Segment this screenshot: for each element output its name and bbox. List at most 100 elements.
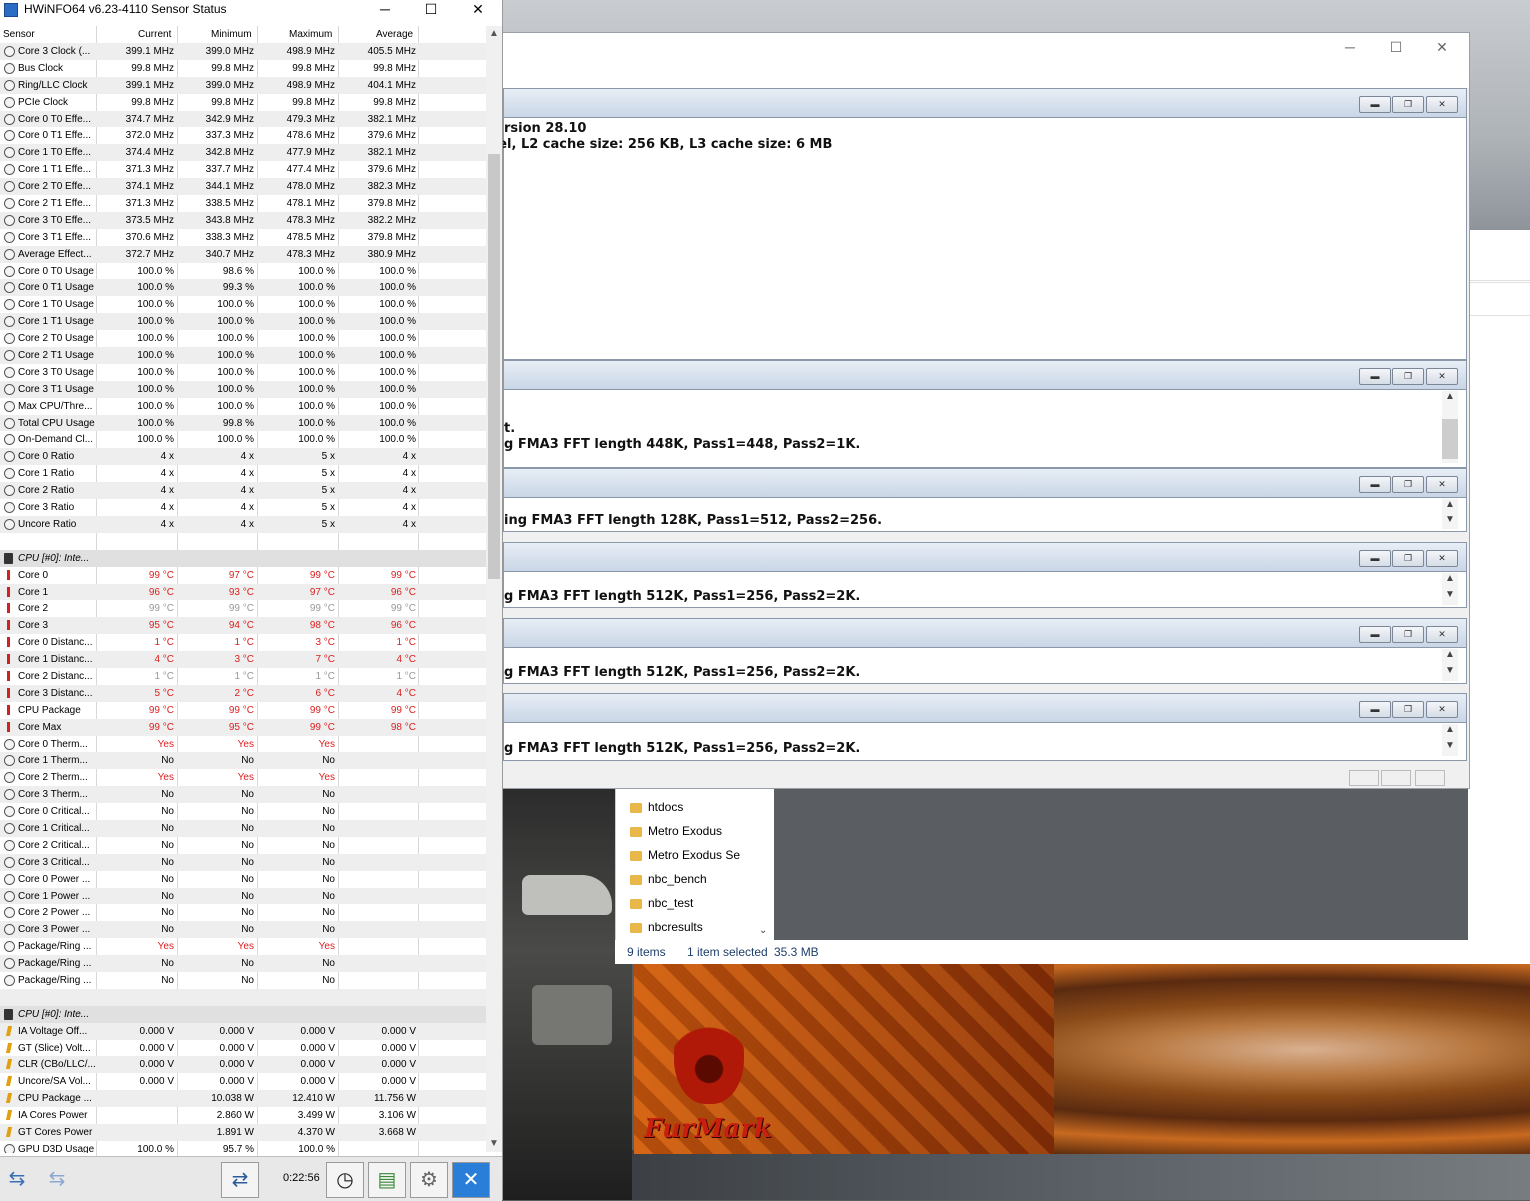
table-row[interactable]: Core 1 Ratio 4 x 4 x 5 x 4 x: [0, 465, 486, 482]
list-item[interactable]: nbcresults: [630, 920, 703, 934]
table-row[interactable]: PCIe Clock 99.8 MHz 99.8 MHz 99.8 MHz 99.8 M…: [0, 94, 486, 111]
column-header-current[interactable]: Current: [138, 29, 171, 40]
minimize-button[interactable]: ─: [362, 0, 408, 20]
worker-window-caption[interactable]: ▬ ❐ ✕: [504, 694, 1466, 723]
table-row[interactable]: GT (Slice) Volt... 0.000 V 0.000 V 0.000 V 0…: [0, 1040, 486, 1057]
table-row[interactable]: Ring/LLC Clock 399.1 MHz 399.0 MHz 498.9 MH…: [0, 76, 486, 94]
table-row[interactable]: [0, 533, 486, 550]
table-row[interactable]: Total CPU Usage 100.0 % 99.8 % 100.0 % 100.0…: [0, 414, 486, 432]
minimize-icon[interactable]: ▬: [1359, 476, 1391, 493]
settings-gear-icon[interactable]: ⚙: [410, 1162, 448, 1198]
column-header-minimum[interactable]: Minimum: [211, 29, 252, 40]
close-icon[interactable]: ✕: [1426, 476, 1458, 493]
close-icon[interactable]: ✕: [1426, 701, 1458, 718]
table-row[interactable]: Core 1 T1 Effe... 371.3 MHz 337.7 MHz 477.4…: [0, 161, 486, 178]
worker-scrollbar[interactable]: ▲ ▼: [1442, 724, 1458, 756]
prime95-window[interactable]: ─ ☐ ✕ ▬ ❐ ✕ rsion 28.10 tel, L2 cache si…: [492, 32, 1470, 789]
table-row[interactable]: Core 0 99 °C 97 °C 99 °C 99 °C: [0, 567, 486, 584]
worker-window[interactable]: ▬ ❐ ✕ g FMA3 FFT length 512K, Pass1=256,…: [503, 693, 1467, 761]
table-row[interactable]: Core 1 Distanc... 4 °C 3 °C 7 °C 4 °C: [0, 651, 486, 668]
table-row[interactable]: Core 3 T0 Effe... 373.5 MHz 343.8 MHz 478.3…: [0, 211, 486, 229]
restore-icon[interactable]: ❐: [1392, 626, 1424, 643]
worker-window-caption[interactable]: ▬ ❐ ✕: [504, 619, 1466, 648]
table-row[interactable]: Core 3 Therm... No No No: [0, 786, 486, 804]
chevron-up-icon[interactable]: ▲: [1442, 391, 1458, 402]
close-button[interactable]: ✕: [1419, 39, 1465, 56]
table-row[interactable]: Max CPU/Thre... 100.0 % 100.0 % 100.0 % 100.…: [0, 398, 486, 415]
table-row[interactable]: Core 0 T1 Usage 100.0 % 99.3 % 100.0 % 100.0…: [0, 279, 486, 297]
table-row[interactable]: Core 2 99 °C 99 °C 99 °C 99 °C: [0, 600, 486, 617]
sensor-scrollbar[interactable]: ▲ ▼: [486, 26, 502, 1152]
table-row[interactable]: Core 1 T1 Usage 100.0 % 100.0 % 100.0 % 100.…: [0, 313, 486, 331]
restore-icon[interactable]: ❐: [1392, 476, 1424, 493]
table-row[interactable]: Core 2 Therm... Yes Yes Yes: [0, 769, 486, 786]
sensor-group-row[interactable]: CPU [#0]: Inte...: [0, 1005, 486, 1023]
table-row[interactable]: Core Max 99 °C 95 °C 99 °C 98 °C: [0, 718, 486, 736]
table-row[interactable]: Core 3 T0 Usage 100.0 % 100.0 % 100.0 % 100.…: [0, 364, 486, 381]
minimize-icon[interactable]: ▬: [1359, 550, 1391, 567]
table-row[interactable]: Average Effect... 372.7 MHz 340.7 MHz 478.3…: [0, 245, 486, 263]
table-row[interactable]: Core 3 95 °C 94 °C 98 °C 96 °C: [0, 617, 486, 635]
table-row[interactable]: Core 1 Power ... No No No: [0, 887, 486, 905]
table-row[interactable]: Core 0 Critical... No No No: [0, 803, 486, 820]
table-row[interactable]: Core 3 Power ... No No No: [0, 921, 486, 939]
worker-window-caption[interactable]: ▬ ❐ ✕: [504, 361, 1466, 390]
file-explorer-list[interactable]: htdocs Metro Exodus Metro Exodus Se nbc_…: [615, 787, 774, 964]
furmark-render-window[interactable]: FurMark: [634, 964, 1530, 1154]
table-row[interactable]: IA Cores Power 2.860 W 3.499 W 3.106 W: [0, 1107, 486, 1124]
table-row[interactable]: Core 2 T0 Usage 100.0 % 100.0 % 100.0 % 100.…: [0, 330, 486, 347]
list-item[interactable]: htdocs: [630, 800, 683, 814]
table-row[interactable]: Package/Ring ... No No No: [0, 972, 486, 989]
list-item[interactable]: nbc_bench: [630, 872, 707, 886]
prime95-title-bar[interactable]: ─ ☐ ✕: [503, 33, 1469, 88]
table-row[interactable]: Core 0 T0 Usage 100.0 % 98.6 % 100.0 % 100.0…: [0, 263, 486, 280]
close-icon[interactable]: ✕: [1426, 96, 1458, 113]
hwinfo-title-bar[interactable]: HWiNFO64 v6.23-4110 Sensor Status ─ ☐ ✕: [0, 0, 502, 20]
table-row[interactable]: Core 1 Critical... No No No: [0, 819, 486, 837]
clock-icon[interactable]: ◷: [326, 1162, 364, 1198]
chevron-down-icon[interactable]: ⌄: [759, 925, 767, 936]
table-row[interactable]: Core 0 T0 Effe... 374.7 MHz 342.9 MHz 479.3…: [0, 110, 486, 128]
close-button[interactable]: ✕: [455, 0, 501, 20]
table-row[interactable]: Core 3 T1 Effe... 370.6 MHz 338.3 MHz 478.5…: [0, 229, 486, 246]
worker-window-caption[interactable]: ▬ ❐ ✕: [504, 89, 1466, 118]
minimize-icon[interactable]: ▬: [1359, 368, 1391, 385]
worker-window[interactable]: ▬ ❐ ✕ ing FMA3 FFT length 128K, Pass1=51…: [503, 468, 1467, 532]
chevron-down-icon[interactable]: ▼: [486, 1138, 502, 1149]
explorer-scrollbar[interactable]: ⌄: [756, 787, 772, 939]
worker-window[interactable]: ▬ ❐ ✕ g FMA3 FFT length 512K, Pass1=256,…: [503, 618, 1467, 684]
table-row[interactable]: Core 2 Critical... No No No: [0, 837, 486, 854]
table-row[interactable]: Core 1 T0 Effe... 374.4 MHz 342.8 MHz 477.9…: [0, 144, 486, 162]
table-row[interactable]: Bus Clock 99.8 MHz 99.8 MHz 99.8 MHz 99.8 MH…: [0, 60, 486, 77]
table-row[interactable]: Core 3 Clock (... 399.1 MHz 399.0 MHz 498.9…: [0, 43, 486, 60]
table-row[interactable]: Core 0 Power ... No No No: [0, 871, 486, 888]
minimize-icon[interactable]: ▬: [1359, 701, 1391, 718]
table-row[interactable]: CPU Package ... 10.038 W 12.410 W 11.756 W: [0, 1090, 486, 1108]
minimize-icon[interactable]: ▬: [1359, 96, 1391, 113]
close-icon[interactable]: ✕: [1426, 550, 1458, 567]
table-row[interactable]: Core 2 T0 Effe... 374.1 MHz 344.1 MHz 478.0…: [0, 178, 486, 196]
worker-window[interactable]: ▬ ❐ ✕ rsion 28.10 tel, L2 cache size: 25…: [492, 88, 1467, 360]
chevron-up-icon[interactable]: ▲: [1442, 573, 1458, 584]
worker-scrollbar[interactable]: ▲ ▼: [1442, 573, 1458, 605]
table-row[interactable]: Core 1 T0 Usage 100.0 % 100.0 % 100.0 % 100.…: [0, 296, 486, 313]
worker-window-caption[interactable]: ▬ ❐ ✕: [504, 543, 1466, 572]
restore-icon[interactable]: ❐: [1392, 701, 1424, 718]
chevron-down-icon[interactable]: ▼: [1442, 665, 1458, 676]
minimize-icon[interactable]: ▬: [1359, 626, 1391, 643]
table-row[interactable]: IA Voltage Off... 0.000 V 0.000 V 0.000 V 0.…: [0, 1022, 486, 1040]
column-header-sensor[interactable]: Sensor: [3, 29, 35, 40]
table-row[interactable]: Core 3 T1 Usage 100.0 % 100.0 % 100.0 % 100.…: [0, 380, 486, 398]
worker-window-caption[interactable]: ▬ ❐ ✕: [504, 469, 1466, 498]
close-sensors-icon[interactable]: ✕: [452, 1162, 490, 1198]
chevron-up-icon[interactable]: ▲: [1442, 649, 1458, 660]
chevron-down-icon[interactable]: ▼: [1442, 589, 1458, 600]
add-report-icon[interactable]: ▤: [368, 1162, 406, 1198]
table-row[interactable]: Core 3 Critical... No No No: [0, 853, 486, 871]
table-row[interactable]: Core 2 Distanc... 1 °C 1 °C 1 °C 1 °C: [0, 668, 486, 685]
nav-left-right-icon[interactable]: ⇆: [0, 1162, 34, 1196]
chevron-down-icon[interactable]: ▼: [1442, 740, 1458, 751]
sensor-group-row[interactable]: CPU [#0]: Inte...: [0, 549, 486, 567]
table-row[interactable]: [0, 988, 486, 1006]
column-header-maximum[interactable]: Maximum: [289, 29, 332, 40]
